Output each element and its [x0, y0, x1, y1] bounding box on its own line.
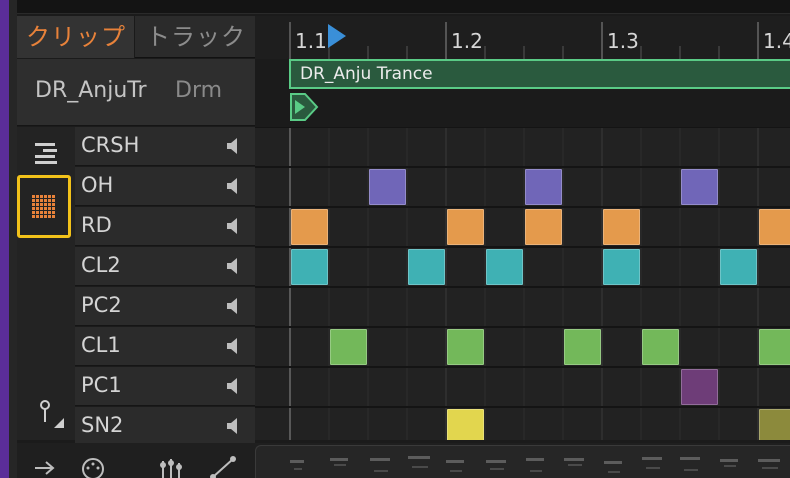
speaker-icon[interactable]	[225, 337, 241, 355]
lane-row[interactable]: RD	[75, 207, 255, 246]
note-oh[interactable]	[681, 169, 718, 205]
note-cl1[interactable]	[564, 329, 601, 365]
bar-label: 1.3	[607, 29, 639, 53]
panel-frame	[9, 0, 17, 478]
lane-name: CL1	[81, 333, 121, 357]
drum-note-grid[interactable]	[255, 127, 790, 440]
clip-info: DR_AnjuTr Drm	[17, 59, 255, 126]
note-cl2[interactable]	[603, 249, 640, 285]
knob-icon[interactable]	[79, 455, 107, 478]
note-rd[interactable]	[759, 209, 790, 245]
window-edge	[0, 0, 9, 478]
tab-track[interactable]: トラック	[136, 16, 255, 58]
speaker-icon[interactable]	[225, 257, 241, 275]
drum-grid-button[interactable]	[17, 175, 71, 238]
sliders-icon[interactable]	[157, 455, 185, 478]
lane-list: CRSH OH RD CL2 PC2 CL1 PC1 SN2	[75, 127, 255, 447]
lane-row[interactable]: SN2	[75, 407, 255, 446]
lane-name: CL2	[81, 253, 121, 277]
note-oh[interactable]	[525, 169, 562, 205]
note-cl2[interactable]	[408, 249, 445, 285]
lane-name: RD	[81, 213, 112, 237]
note-sn2[interactable]	[447, 409, 484, 440]
speaker-icon[interactable]	[225, 297, 241, 315]
speaker-icon[interactable]	[225, 177, 241, 195]
clip-name[interactable]: DR_AnjuTr	[35, 78, 147, 103]
bar-label: 1.1	[295, 29, 327, 53]
lane-name: OH	[81, 173, 114, 197]
clip-launch-icon[interactable]	[289, 91, 319, 124]
speaker-icon[interactable]	[225, 217, 241, 235]
note-rd[interactable]	[603, 209, 640, 245]
note-cl1[interactable]	[642, 329, 679, 365]
speaker-icon[interactable]	[225, 377, 241, 395]
note-rd[interactable]	[525, 209, 562, 245]
overview-mini-map	[290, 456, 780, 473]
note-oh[interactable]	[369, 169, 406, 205]
tool-column	[17, 127, 75, 440]
lane-name: PC2	[81, 293, 122, 317]
note-rd[interactable]	[291, 209, 328, 245]
lane-row[interactable]: CRSH	[75, 127, 255, 166]
lane-row[interactable]: PC1	[75, 367, 255, 406]
lane-name: SN2	[81, 413, 124, 437]
note-cl2[interactable]	[486, 249, 523, 285]
note-cl1[interactable]	[759, 329, 790, 365]
lines-icon[interactable]	[33, 140, 59, 166]
note-cl1[interactable]	[330, 329, 367, 365]
note-cl2[interactable]	[291, 249, 328, 285]
grid-icon	[32, 195, 55, 218]
bar-label: 1.4	[763, 29, 790, 53]
note-rd[interactable]	[447, 209, 484, 245]
tab-clip[interactable]: クリップ	[17, 16, 135, 58]
note-pc1[interactable]	[681, 369, 718, 405]
clip-track-name: Drm	[175, 78, 223, 103]
speaker-icon[interactable]	[225, 417, 241, 435]
lane-row[interactable]: CL2	[75, 247, 255, 286]
tab-bar: クリップ トラック	[17, 16, 255, 58]
clip-banner[interactable]: DR_Anju Trance	[289, 59, 790, 89]
curve-icon[interactable]	[209, 455, 237, 478]
note-cl2[interactable]	[720, 249, 757, 285]
note-cl1[interactable]	[447, 329, 484, 365]
arrow-right-icon[interactable]	[33, 459, 57, 477]
speaker-icon[interactable]	[225, 137, 241, 155]
lane-row[interactable]: PC2	[75, 287, 255, 326]
playhead-marker[interactable]	[326, 22, 348, 50]
lane-name: PC1	[81, 373, 122, 397]
note-sn2[interactable]	[759, 409, 790, 440]
lane-row[interactable]: CL1	[75, 327, 255, 366]
clip-title: DR_Anju Trance	[300, 64, 433, 84]
pin-icon[interactable]	[38, 396, 68, 430]
lane-row[interactable]: OH	[75, 167, 255, 206]
overview-panel[interactable]	[255, 445, 790, 478]
lane-name: CRSH	[81, 133, 140, 157]
top-strip	[0, 0, 790, 14]
bar-label: 1.2	[451, 29, 483, 53]
